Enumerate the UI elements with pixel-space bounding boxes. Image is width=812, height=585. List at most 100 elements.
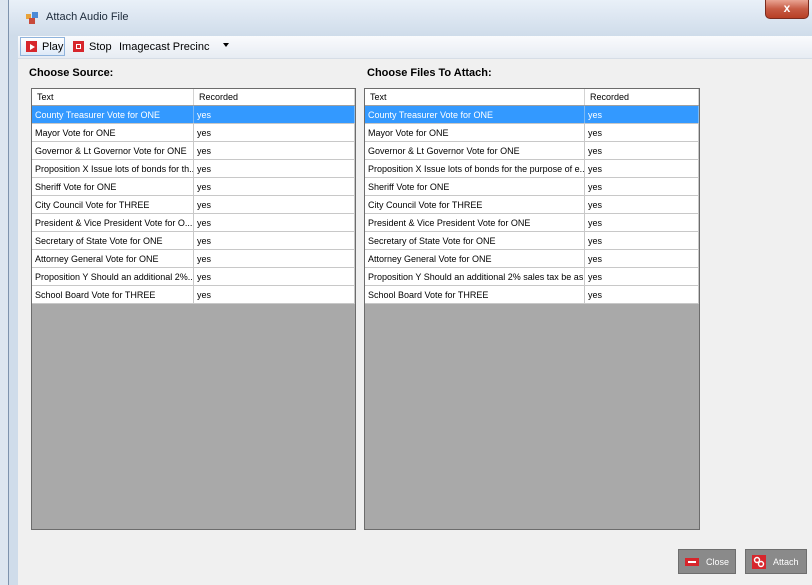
source-cell-text: Sheriff Vote for ONE <box>32 178 194 195</box>
attach-cell-text: School Board Vote for THREE <box>365 286 585 303</box>
attach-cell-recorded: yes <box>585 286 699 303</box>
source-row[interactable]: County Treasurer Vote for ONE yes <box>32 106 355 124</box>
source-cell-text: Secretary of State Vote for ONE <box>32 232 194 249</box>
source-cell-recorded: yes <box>194 232 355 249</box>
attach-cell-text: Secretary of State Vote for ONE <box>365 232 585 249</box>
stop-icon <box>73 41 84 52</box>
attach-row[interactable]: City Council Vote for THREE yes <box>365 196 699 214</box>
attach-cell-text: Proposition Y Should an additional 2% sa… <box>365 268 585 285</box>
attach-cell-recorded: yes <box>585 268 699 285</box>
attach-cell-text: Governor & Lt Governor Vote for ONE <box>365 142 585 159</box>
attach-grid-header: Text Recorded <box>365 89 699 106</box>
source-column-recorded[interactable]: Recorded <box>194 89 355 105</box>
source-cell-recorded: yes <box>194 214 355 231</box>
attach-cell-recorded: yes <box>585 250 699 267</box>
attach-row[interactable]: School Board Vote for THREE yes <box>365 286 699 304</box>
close-label: Close <box>706 556 730 567</box>
play-icon <box>26 41 37 52</box>
source-row[interactable]: Governor & Lt Governor Vote for ONE yes <box>32 142 355 160</box>
attach-cell-text: City Council Vote for THREE <box>365 196 585 213</box>
source-cell-recorded: yes <box>194 142 355 159</box>
attach-row[interactable]: Sheriff Vote for ONE yes <box>365 178 699 196</box>
attach-icon <box>752 554 766 569</box>
attach-cell-text: Sheriff Vote for ONE <box>365 178 585 195</box>
attach-cell-text: Mayor Vote for ONE <box>365 124 585 141</box>
window-close-button[interactable]: x <box>765 0 809 19</box>
source-rows: County Treasurer Vote for ONE yes Mayor Vo… <box>32 106 355 304</box>
source-row[interactable]: Attorney General Vote for ONE yes <box>32 250 355 268</box>
source-cell-recorded: yes <box>194 106 355 123</box>
attach-row[interactable]: Mayor Vote for ONE yes <box>365 124 699 142</box>
precinct-value: Imagecast Precinc <box>119 40 210 53</box>
source-cell-recorded: yes <box>194 286 355 303</box>
window-title: Attach Audio File <box>46 11 129 23</box>
source-cell-text: President & Vice President Vote for O... <box>32 214 194 231</box>
attach-cell-text: President & Vice President Vote for ONE <box>365 214 585 231</box>
attach-audio-window: Attach Audio File x Play Stop Imagecast … <box>8 0 812 585</box>
attach-row[interactable]: County Treasurer Vote for ONE yes <box>365 106 699 124</box>
source-row[interactable]: President & Vice President Vote for O...… <box>32 214 355 232</box>
source-column-text[interactable]: Text <box>32 89 194 105</box>
attach-row[interactable]: President & Vice President Vote for ONE y… <box>365 214 699 232</box>
choose-source-heading: Choose Source: <box>29 67 114 79</box>
close-icon <box>685 555 699 569</box>
source-row[interactable]: Secretary of State Vote for ONE yes <box>32 232 355 250</box>
attach-cell-recorded: yes <box>585 214 699 231</box>
attach-rows: County Treasurer Vote for ONE yes Mayor Vo… <box>365 106 699 304</box>
attach-column-recorded[interactable]: Recorded <box>585 89 699 105</box>
source-row[interactable]: Sheriff Vote for ONE yes <box>32 178 355 196</box>
attach-row[interactable]: Governor & Lt Governor Vote for ONE yes <box>365 142 699 160</box>
attach-cell-recorded: yes <box>585 124 699 141</box>
precinct-dropdown[interactable]: Imagecast Precinc <box>119 37 231 56</box>
source-cell-text: School Board Vote for THREE <box>32 286 194 303</box>
attach-cell-text: Attorney General Vote for ONE <box>365 250 585 267</box>
attach-row[interactable]: Attorney General Vote for ONE yes <box>365 250 699 268</box>
stop-label: Stop <box>89 40 112 53</box>
source-cell-recorded: yes <box>194 250 355 267</box>
play-label: Play <box>42 40 64 53</box>
play-button[interactable]: Play <box>20 37 65 56</box>
source-cell-text: County Treasurer Vote for ONE <box>32 106 194 123</box>
attach-row[interactable]: Proposition X Issue lots of bonds for th… <box>365 160 699 178</box>
attach-cell-recorded: yes <box>585 178 699 195</box>
source-grid[interactable]: Text Recorded County Treasurer Vote for … <box>31 88 356 530</box>
source-row[interactable]: Mayor Vote for ONE yes <box>32 124 355 142</box>
attach-cell-recorded: yes <box>585 160 699 177</box>
dropdown-arrow-icon <box>223 43 229 47</box>
source-cell-recorded: yes <box>194 268 355 285</box>
toolbar: Play Stop Imagecast Precinc <box>18 36 812 59</box>
source-cell-recorded: yes <box>194 196 355 213</box>
client-area: Play Stop Imagecast Precinc Choose Sourc… <box>18 36 812 585</box>
source-cell-text: Governor & Lt Governor Vote for ONE <box>32 142 194 159</box>
attach-row[interactable]: Proposition Y Should an additional 2% sa… <box>365 268 699 286</box>
attach-label: Attach <box>773 556 799 567</box>
attach-cell-text: Proposition X Issue lots of bonds for th… <box>365 160 585 177</box>
attach-cell-recorded: yes <box>585 142 699 159</box>
close-button[interactable]: Close <box>678 549 736 574</box>
source-cell-text: Attorney General Vote for ONE <box>32 250 194 267</box>
attach-cell-recorded: yes <box>585 196 699 213</box>
attach-column-text[interactable]: Text <box>365 89 585 105</box>
attach-button[interactable]: Attach <box>745 549 807 574</box>
source-cell-recorded: yes <box>194 160 355 177</box>
source-cell-text: City Council Vote for THREE <box>32 196 194 213</box>
attach-cell-recorded: yes <box>585 106 699 123</box>
source-cell-text: Proposition X Issue lots of bonds for th… <box>32 160 194 177</box>
attach-row[interactable]: Secretary of State Vote for ONE yes <box>365 232 699 250</box>
attach-cell-text: County Treasurer Vote for ONE <box>365 106 585 123</box>
attach-cell-recorded: yes <box>585 232 699 249</box>
source-grid-header: Text Recorded <box>32 89 355 106</box>
app-icon <box>26 12 38 24</box>
stop-button[interactable]: Stop <box>68 37 114 56</box>
attach-grid[interactable]: Text Recorded County Treasurer Vote for … <box>364 88 700 530</box>
source-row[interactable]: City Council Vote for THREE yes <box>32 196 355 214</box>
source-cell-text: Mayor Vote for ONE <box>32 124 194 141</box>
source-row[interactable]: School Board Vote for THREE yes <box>32 286 355 304</box>
source-cell-recorded: yes <box>194 178 355 195</box>
source-row[interactable]: Proposition X Issue lots of bonds for th… <box>32 160 355 178</box>
title-bar: Attach Audio File x <box>9 0 812 36</box>
source-row[interactable]: Proposition Y Should an additional 2%...… <box>32 268 355 286</box>
choose-files-heading: Choose Files To Attach: <box>367 67 492 79</box>
source-cell-text: Proposition Y Should an additional 2%... <box>32 268 194 285</box>
source-cell-recorded: yes <box>194 124 355 141</box>
